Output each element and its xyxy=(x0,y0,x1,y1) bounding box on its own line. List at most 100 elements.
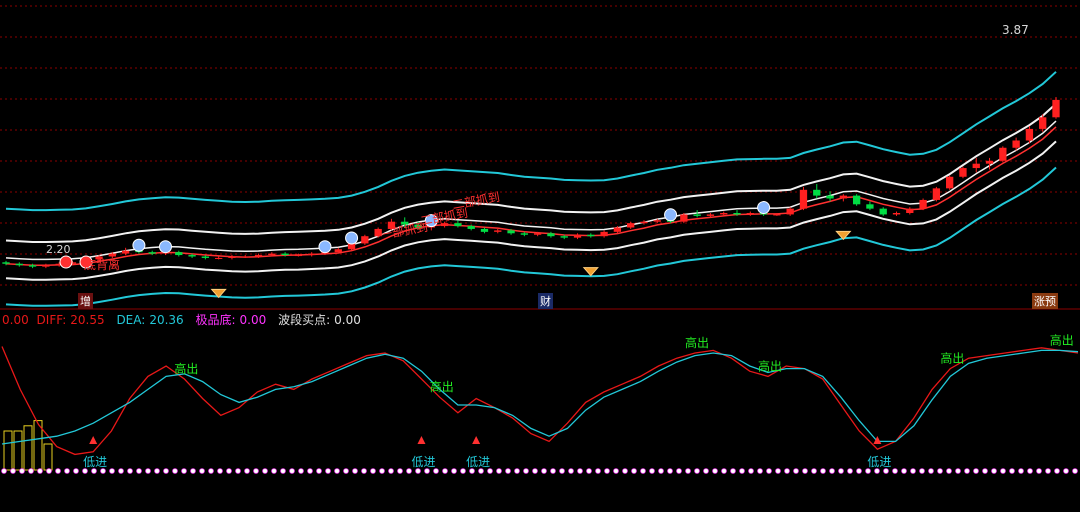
zero-dot xyxy=(154,468,160,474)
sell-signal: 高出 xyxy=(685,335,709,350)
zero-dot xyxy=(343,468,349,474)
zero-dot xyxy=(694,468,700,474)
zero-dot xyxy=(298,468,304,474)
zero-dot xyxy=(460,468,466,474)
candle-body xyxy=(985,160,994,164)
zero-dot xyxy=(928,468,934,474)
zero-dot xyxy=(820,468,826,474)
zero-dot xyxy=(892,468,898,474)
candle-body xyxy=(573,234,582,238)
signal-ball xyxy=(318,240,332,254)
zero-dot xyxy=(28,468,34,474)
zero-dot xyxy=(1009,468,1015,474)
zero-dot xyxy=(685,468,691,474)
candle-body xyxy=(680,214,688,222)
macd-header: 0.00 DIFF: 20.55 DEA: 20.36 极品底: 0.00 波段买点:… xyxy=(2,311,365,328)
macd-bar xyxy=(3,430,13,471)
zero-dot xyxy=(550,468,556,474)
candle-body xyxy=(520,233,529,235)
signal-ball xyxy=(158,240,172,254)
candle-body xyxy=(2,262,10,264)
candle-body xyxy=(454,223,462,227)
zero-dot xyxy=(1072,468,1078,474)
candle-body xyxy=(866,204,874,209)
zero-dot xyxy=(253,468,259,474)
macd-bar xyxy=(43,443,53,471)
candle-body xyxy=(361,236,369,244)
zero-dot xyxy=(586,468,592,474)
candle-body xyxy=(932,188,941,200)
zero-dot xyxy=(451,468,457,474)
signal-ball xyxy=(757,201,771,215)
zero-dot xyxy=(829,468,835,474)
zero-dot xyxy=(181,468,187,474)
zero-dot xyxy=(847,468,853,474)
zero-dot xyxy=(1054,468,1060,474)
zero-dot xyxy=(64,468,70,474)
header-diff-value: 20.55 xyxy=(70,313,105,327)
header-boduan-label: 波段买点: xyxy=(278,313,331,327)
zero-dot xyxy=(145,468,151,474)
header-jipin-label: 极品底: xyxy=(195,313,236,327)
zero-dot xyxy=(667,468,673,474)
candle-body xyxy=(28,265,37,267)
zero-dot xyxy=(802,468,808,474)
zero-dot xyxy=(73,468,79,474)
zero-dot xyxy=(973,468,979,474)
zero-dot xyxy=(361,468,367,474)
zero-dot xyxy=(289,468,295,474)
signal-diamond xyxy=(582,267,599,277)
band-line xyxy=(5,71,1057,212)
zero-dot xyxy=(793,468,799,474)
zero-dot xyxy=(235,468,241,474)
candle-body xyxy=(799,189,808,209)
sell-signal: 高出 xyxy=(758,358,782,373)
candle-body xyxy=(201,256,210,258)
zero-dot xyxy=(577,468,583,474)
candle-body xyxy=(813,189,821,196)
zero-dot xyxy=(1036,468,1042,474)
candle-body xyxy=(773,214,781,216)
candle-body xyxy=(308,253,316,256)
zero-dot xyxy=(811,468,817,474)
candle-body xyxy=(613,227,622,232)
candle-body xyxy=(852,195,861,205)
zero-dot xyxy=(262,468,268,474)
zero-dot xyxy=(712,468,718,474)
zero-dot xyxy=(658,468,664,474)
zero-dot xyxy=(676,468,682,474)
header-zero: 0.00 xyxy=(2,313,29,327)
zero-dot xyxy=(622,468,628,474)
candle-body xyxy=(972,163,980,169)
zero-dot xyxy=(118,468,124,474)
zero-dot xyxy=(910,468,916,474)
signal-ball xyxy=(132,238,146,252)
sell-signal: 高出 xyxy=(940,351,964,366)
candle-body xyxy=(653,220,661,222)
zero-dot xyxy=(10,468,16,474)
zero-dot xyxy=(649,468,655,474)
zero-dot xyxy=(541,468,547,474)
candle-body xyxy=(999,147,1007,161)
zero-dot xyxy=(109,468,115,474)
zero-dot xyxy=(280,468,286,474)
sell-signal: 高出 xyxy=(174,361,198,376)
zero-dot xyxy=(613,468,619,474)
candle-body xyxy=(1025,128,1034,141)
low-price-label: 2.20 xyxy=(46,243,71,256)
zero-dot xyxy=(748,468,754,474)
zero-dot xyxy=(307,468,313,474)
zero-dot xyxy=(370,468,376,474)
candle-body xyxy=(959,168,967,177)
candle-body xyxy=(215,257,223,259)
zero-dot xyxy=(874,468,880,474)
zero-dot xyxy=(91,468,97,474)
candle-body xyxy=(494,230,502,232)
candle-body xyxy=(294,255,303,257)
zero-dot xyxy=(199,468,205,474)
zero-dot xyxy=(397,468,403,474)
zero-dot xyxy=(514,468,520,474)
zero-dot xyxy=(487,468,493,474)
candle-body xyxy=(533,233,542,235)
tag-cai: 财 xyxy=(538,293,553,309)
